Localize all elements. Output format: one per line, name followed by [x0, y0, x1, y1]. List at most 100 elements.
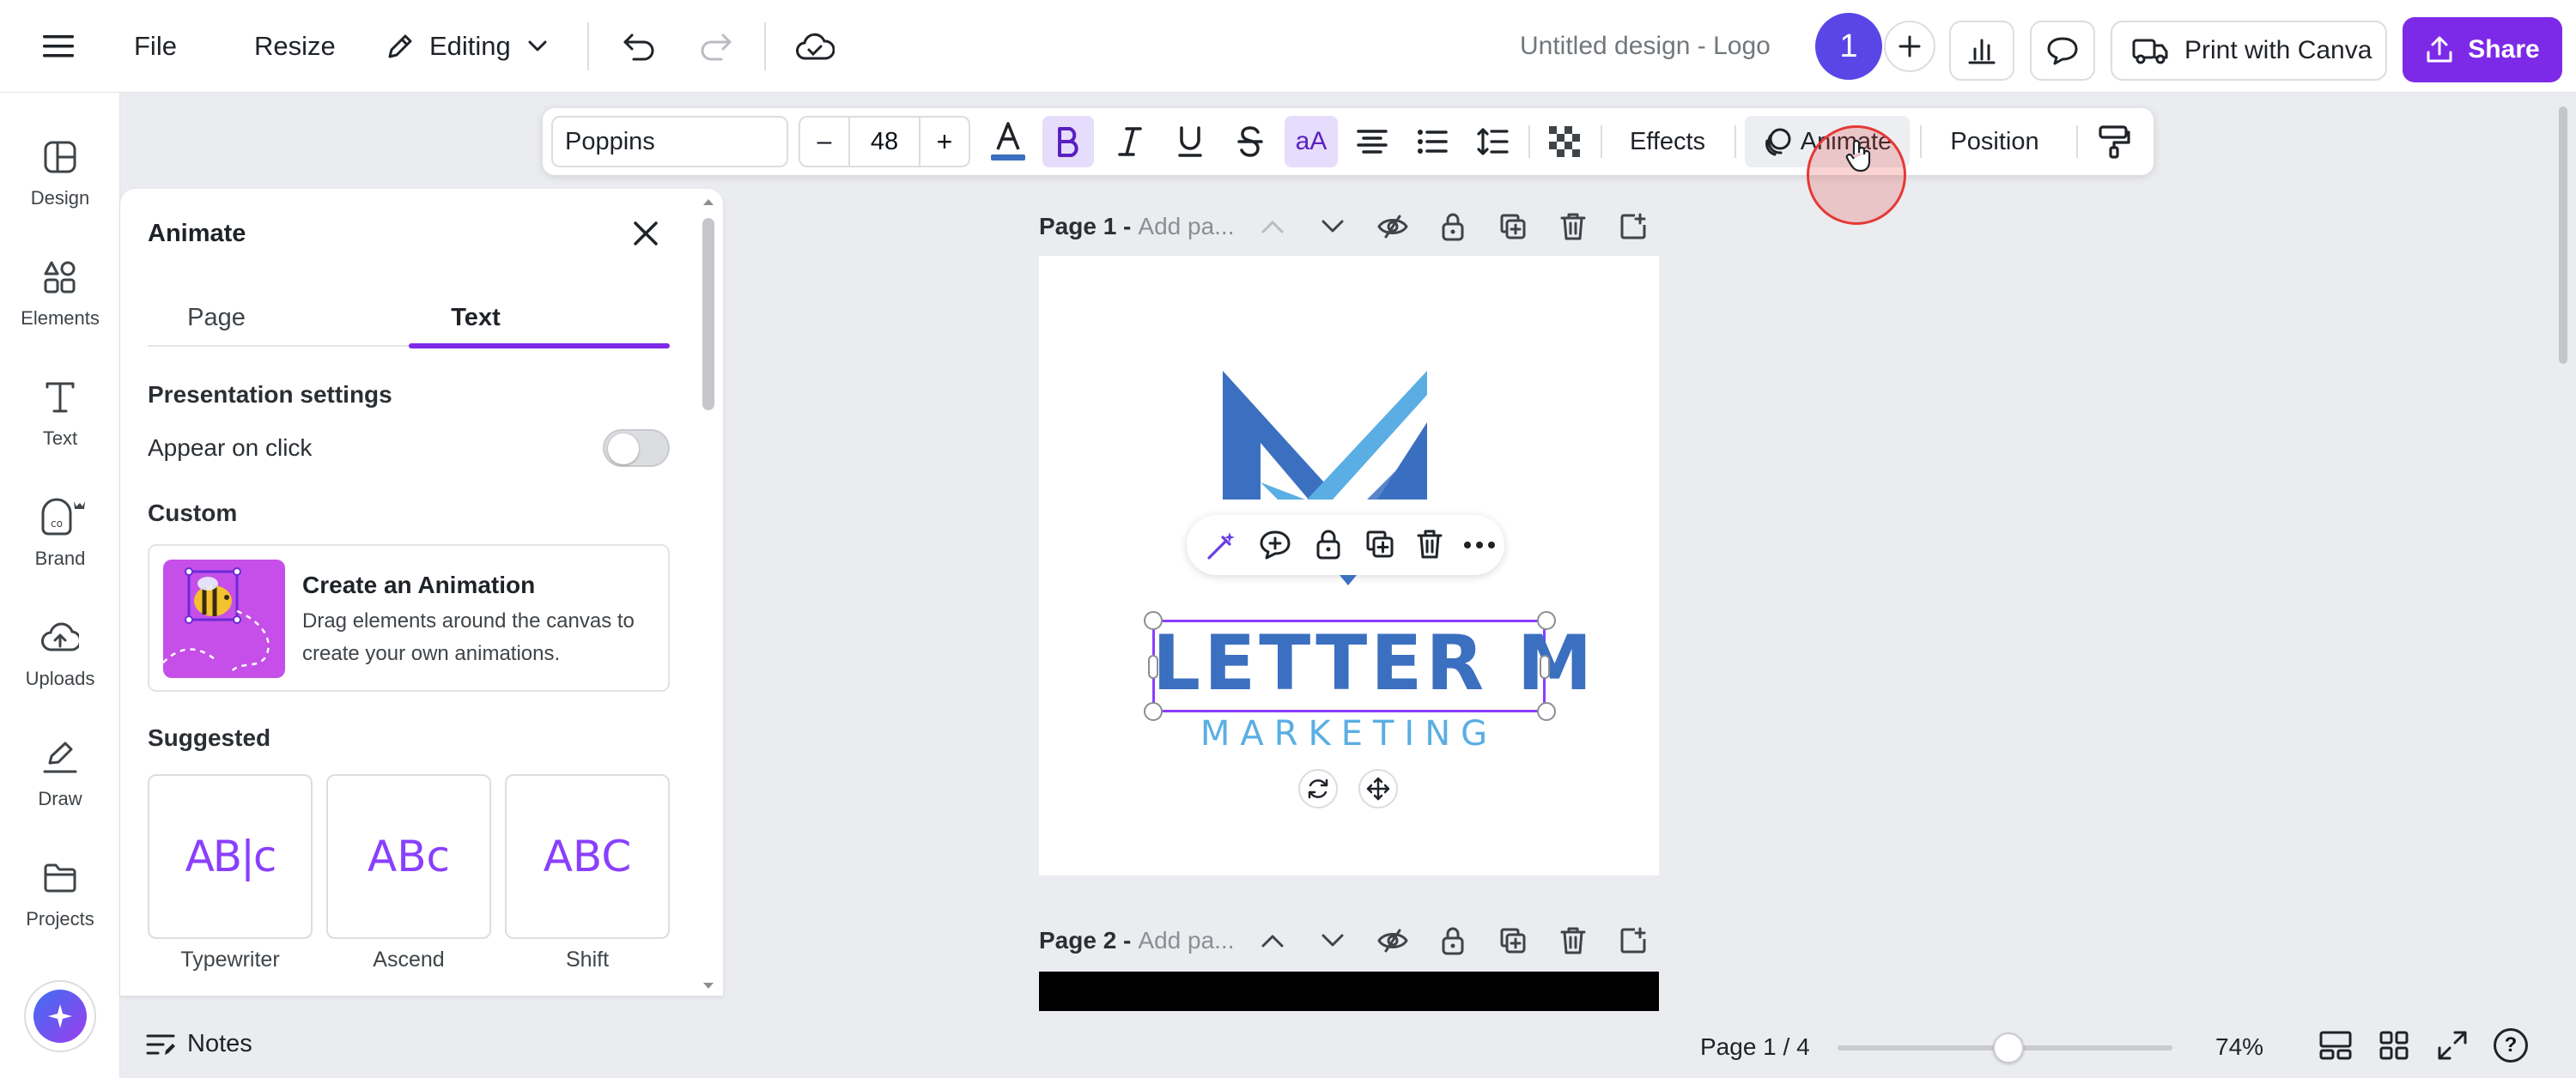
- zoom-level[interactable]: 74%: [2215, 1030, 2263, 1064]
- headline-selection[interactable]: LETTER M: [1144, 611, 1592, 721]
- ascend-animation[interactable]: ABc: [326, 774, 491, 939]
- page-1-canvas[interactable]: LETTER M MARKETING: [1039, 256, 1659, 875]
- delete-icon[interactable]: [1417, 529, 1443, 560]
- chevron-up-icon[interactable]: [1257, 925, 1288, 956]
- font-size-input[interactable]: 48: [848, 118, 920, 166]
- redo-icon[interactable]: [699, 0, 733, 93]
- design-title[interactable]: Untitled design - Logo: [1520, 0, 1771, 93]
- add-page-icon[interactable]: [1618, 211, 1649, 242]
- cloud-saved-icon[interactable]: [795, 0, 835, 93]
- menu-icon[interactable]: [43, 0, 77, 93]
- brand-icon: co: [34, 491, 86, 544]
- copy-style-icon[interactable]: [2088, 116, 2140, 167]
- lock-icon[interactable]: [1437, 211, 1468, 242]
- magic-edit-icon[interactable]: [1206, 530, 1236, 561]
- text-color-icon[interactable]: [982, 116, 1034, 167]
- hide-page-icon[interactable]: [1377, 925, 1408, 956]
- zoom-slider[interactable]: [1838, 1033, 2172, 1063]
- page-1-title[interactable]: Page 1 - Add pa...: [1039, 201, 1234, 252]
- position-button[interactable]: Position: [1930, 116, 2059, 167]
- align-center-icon[interactable]: [1346, 116, 1398, 167]
- notes-button[interactable]: Notes: [146, 1030, 252, 1058]
- duplicate-icon[interactable]: [1365, 530, 1394, 559]
- chevron-up-icon[interactable]: [1257, 211, 1288, 242]
- add-collaborator-icon[interactable]: [1884, 21, 1935, 72]
- canvas-scrollbar[interactable]: [2555, 101, 2571, 1011]
- effects-button[interactable]: Effects: [1611, 116, 1724, 167]
- collaborator-avatar[interactable]: 1: [1815, 13, 1882, 80]
- side-handle[interactable]: [1148, 655, 1158, 679]
- tab-text[interactable]: Text: [407, 304, 544, 332]
- file-menu[interactable]: File: [134, 0, 177, 93]
- bold-icon[interactable]: [1042, 116, 1094, 167]
- shift-animation[interactable]: ABC: [505, 774, 670, 939]
- add-page-icon[interactable]: [1618, 925, 1649, 956]
- zoom-slider-thumb[interactable]: [1992, 1033, 2024, 1063]
- projects-icon: [43, 851, 77, 905]
- chevron-down-icon[interactable]: [1317, 925, 1348, 956]
- lock-icon[interactable]: [1437, 925, 1468, 956]
- page-2-title[interactable]: Page 2 - Add pa...: [1039, 915, 1234, 966]
- underline-icon[interactable]: [1164, 116, 1216, 167]
- rail-item-design[interactable]: Design: [0, 130, 120, 233]
- print-with-canva-button[interactable]: Print with Canva: [2111, 21, 2387, 81]
- pages-view-icon[interactable]: [2318, 1030, 2353, 1061]
- panel-scrollbar[interactable]: [697, 196, 720, 992]
- increase-font-size-button[interactable]: +: [920, 118, 969, 166]
- close-icon[interactable]: [632, 220, 663, 251]
- letter-case-button[interactable]: aA: [1285, 116, 1338, 167]
- active-tab-indicator: [409, 343, 670, 348]
- rail-item-elements[interactable]: Elements: [0, 251, 120, 354]
- svg-text:co: co: [51, 518, 63, 530]
- rotate-icon[interactable]: [1298, 769, 1338, 808]
- list-icon[interactable]: [1406, 116, 1458, 167]
- font-family-selector[interactable]: Poppins: [551, 116, 788, 167]
- decrease-font-size-button[interactable]: –: [800, 118, 848, 166]
- delete-page-icon[interactable]: [1558, 925, 1589, 956]
- page-indicator[interactable]: Page 1 / 4: [1700, 1030, 1810, 1064]
- undo-icon[interactable]: [622, 0, 656, 93]
- rail-item-uploads[interactable]: Uploads: [0, 611, 120, 714]
- magic-assistant-icon[interactable]: [24, 980, 96, 1052]
- italic-icon[interactable]: [1104, 116, 1156, 167]
- tab-page[interactable]: Page: [148, 304, 285, 332]
- chevron-down-icon[interactable]: [1317, 211, 1348, 242]
- typewriter-label: Typewriter: [180, 948, 280, 972]
- rail-item-projects[interactable]: Projects: [0, 851, 120, 954]
- appear-on-click-toggle[interactable]: [603, 429, 670, 467]
- rail-item-text[interactable]: Text: [0, 371, 120, 474]
- animate-panel: Animate Page Text Presentation settings …: [120, 189, 723, 996]
- lock-icon[interactable]: [1315, 529, 1341, 560]
- headline-text[interactable]: LETTER M: [1152, 617, 1592, 710]
- resize-button[interactable]: Resize: [254, 0, 336, 93]
- create-animation-card[interactable]: Create an Animation Drag elements around…: [148, 544, 670, 692]
- transparency-icon[interactable]: [1539, 116, 1590, 167]
- subline-text[interactable]: MARKETING: [1152, 714, 1546, 754]
- letter-m-logo[interactable]: [1223, 371, 1427, 500]
- fullscreen-icon[interactable]: [2437, 1030, 2468, 1061]
- help-icon[interactable]: ?: [2494, 1028, 2528, 1063]
- add-comment-icon[interactable]: [1259, 529, 1291, 561]
- rail-item-brand[interactable]: co Brand: [0, 491, 120, 594]
- side-handle[interactable]: [1540, 655, 1550, 679]
- comment-icon[interactable]: [2030, 21, 2095, 81]
- resize-handle[interactable]: [1144, 611, 1163, 630]
- more-options-icon[interactable]: [1463, 541, 1496, 549]
- share-button[interactable]: Share: [2403, 17, 2562, 82]
- duplicate-page-icon[interactable]: [1498, 211, 1528, 242]
- shift-sample: ABC: [543, 832, 632, 881]
- typewriter-animation[interactable]: AB|c: [148, 774, 313, 939]
- strikethrough-icon[interactable]: [1224, 116, 1276, 167]
- page-2-canvas[interactable]: [1039, 972, 1659, 1011]
- duplicate-page-icon[interactable]: [1498, 925, 1528, 956]
- print-label: Print with Canva: [2184, 36, 2372, 64]
- insights-icon[interactable]: [1949, 21, 2014, 81]
- rail-item-draw[interactable]: Draw: [0, 731, 120, 834]
- hide-page-icon[interactable]: [1377, 211, 1408, 242]
- delete-page-icon[interactable]: [1558, 211, 1589, 242]
- editing-mode-dropdown[interactable]: Editing: [385, 0, 547, 93]
- grid-view-icon[interactable]: [2379, 1030, 2409, 1061]
- move-icon[interactable]: [1358, 769, 1398, 808]
- spacing-icon[interactable]: [1467, 116, 1518, 167]
- resize-handle[interactable]: [1537, 611, 1556, 630]
